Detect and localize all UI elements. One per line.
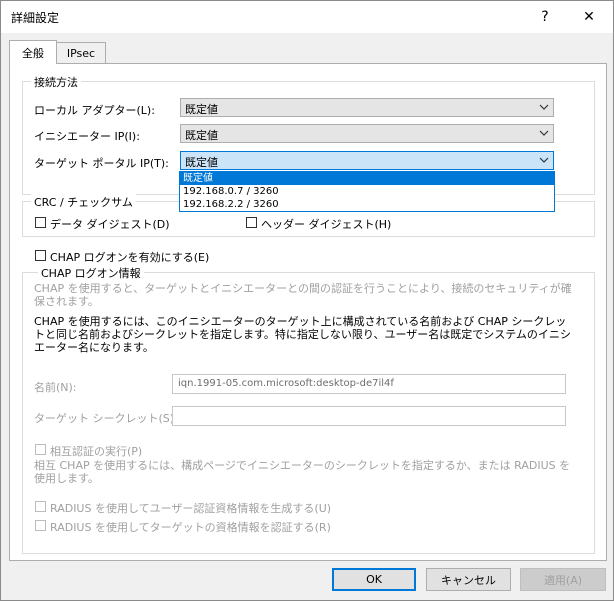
local-adapter-value: 既定値 bbox=[185, 103, 218, 116]
local-adapter-select[interactable]: 既定値 bbox=[180, 98, 554, 117]
chap-enable-label: CHAP ログオンを有効にする(E) bbox=[50, 251, 210, 264]
general-tab-panel: 接続方法 ローカル アダプター(L): 既定値 イニシエーター IP(I): 既… bbox=[9, 63, 607, 561]
target-portal-dropdown-list: 既定値 192.168.0.7 / 3260 192.168.2.2 / 326… bbox=[179, 171, 555, 212]
header-digest-checkbox[interactable] bbox=[246, 217, 257, 228]
chevron-down-icon bbox=[539, 104, 549, 110]
initiator-ip-value: 既定値 bbox=[185, 129, 218, 142]
target-portal-label: ターゲット ポータル IP(T): bbox=[34, 157, 169, 170]
chap-enable-checkbox[interactable] bbox=[35, 250, 46, 261]
chap-name-input[interactable]: iqn.1991-05.com.microsoft:desktop-de7il4… bbox=[172, 374, 566, 394]
chap-description: CHAP を使用すると、ターゲットとイニシエーターとの間の認証を行うことにより、… bbox=[34, 282, 572, 308]
mutual-auth-checkbox[interactable] bbox=[35, 444, 46, 455]
chevron-down-icon bbox=[539, 130, 549, 136]
initiator-ip-label: イニシエーター IP(I): bbox=[34, 130, 140, 143]
connection-legend: 接続方法 bbox=[31, 74, 81, 90]
target-secret-input[interactable] bbox=[172, 406, 566, 426]
apply-button[interactable]: 適用(A) bbox=[520, 568, 606, 591]
local-adapter-label: ローカル アダプター(L): bbox=[34, 104, 155, 117]
help-button[interactable]: ? bbox=[523, 1, 567, 33]
data-digest-checkbox[interactable] bbox=[35, 217, 46, 228]
target-secret-label: ターゲット シークレット(S): bbox=[34, 412, 178, 425]
data-digest-label: データ ダイジェスト(D) bbox=[50, 218, 170, 231]
crc-legend: CRC / チェックサム bbox=[31, 194, 136, 210]
help-icon: ? bbox=[541, 9, 549, 25]
dropdown-option[interactable]: 既定値 bbox=[180, 172, 554, 185]
close-button[interactable]: ✕ bbox=[567, 1, 611, 33]
radius-user-label: RADIUS を使用してユーザー認証資格情報を生成する(U) bbox=[50, 502, 332, 515]
chap-instructions: CHAP を使用するには、このイニシエーターのターゲット上に構成されている名前お… bbox=[34, 315, 571, 354]
dialog-title: 詳細設定 bbox=[11, 11, 60, 25]
radius-user-checkbox[interactable] bbox=[35, 501, 46, 512]
advanced-settings-dialog: 詳細設定 ? ✕ 全般 IPsec 接続方法 ローカル アダプター(L): 既定… bbox=[0, 0, 614, 601]
mutual-auth-label: 相互認証の実行(P) bbox=[50, 445, 143, 458]
close-icon: ✕ bbox=[583, 9, 595, 25]
tab-general[interactable]: 全般 bbox=[9, 40, 57, 64]
initiator-ip-select[interactable]: 既定値 bbox=[180, 124, 554, 143]
chap-name-label: 名前(N): bbox=[34, 381, 77, 394]
target-portal-value: 既定値 bbox=[185, 156, 218, 169]
tab-ipsec[interactable]: IPsec bbox=[56, 42, 106, 63]
cancel-button[interactable]: キャンセル bbox=[426, 568, 511, 591]
dropdown-option[interactable]: 192.168.0.7 / 3260 bbox=[180, 185, 554, 198]
title-bar: 詳細設定 ? ✕ bbox=[1, 1, 613, 33]
mutual-auth-description: 相互 CHAP を使用するには、構成ページでイニシエーターのシークレットを指定す… bbox=[34, 459, 571, 485]
header-digest-label: ヘッダー ダイジェスト(H) bbox=[261, 218, 392, 231]
chevron-down-icon bbox=[539, 157, 549, 163]
ok-button[interactable]: OK bbox=[332, 568, 416, 591]
radius-target-label: RADIUS を使用してターゲットの資格情報を認証する(R) bbox=[50, 521, 331, 534]
target-portal-select[interactable]: 既定値 bbox=[180, 151, 554, 170]
dropdown-option[interactable]: 192.168.2.2 / 3260 bbox=[180, 198, 554, 211]
radius-target-checkbox[interactable] bbox=[35, 520, 46, 531]
chap-info-legend: CHAP ログオン情報 bbox=[38, 265, 144, 281]
